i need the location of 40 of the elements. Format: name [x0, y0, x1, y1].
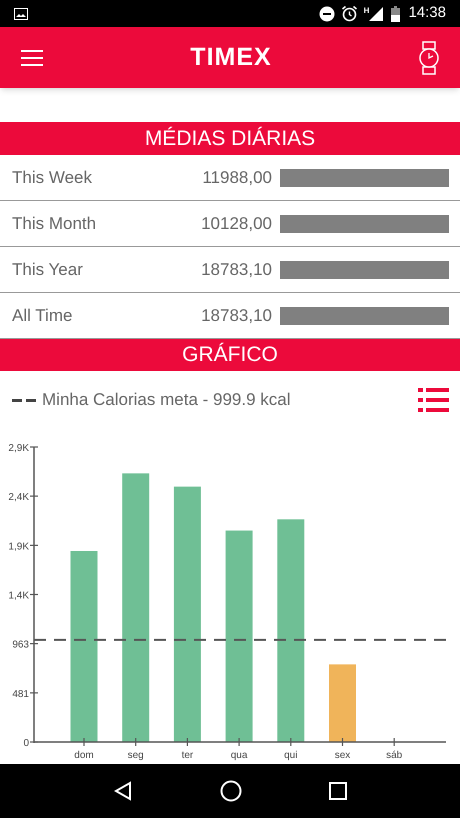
menu-icon[interactable]	[21, 50, 43, 66]
y-tick-label: 0	[23, 738, 29, 749]
do-not-disturb-icon	[318, 6, 335, 22]
signal-icon	[369, 6, 384, 20]
row-label: This Week	[12, 166, 93, 189]
app-logo: TIMEX	[190, 42, 272, 73]
row-value: 11988,00	[201, 166, 272, 189]
row-value: 18783,10	[200, 258, 272, 281]
network-type-label: H	[364, 5, 370, 17]
x-tick-label: sex	[334, 750, 350, 761]
home-icon[interactable]	[220, 780, 242, 802]
row-label: This Month	[12, 212, 98, 235]
list-icon[interactable]	[418, 388, 449, 412]
x-tick-label: dom	[74, 750, 94, 761]
watch-icon[interactable]	[419, 40, 439, 74]
goal-legend: Minha Calorias meta - 999.9 kcal	[42, 387, 291, 413]
row-label: This Year	[12, 258, 84, 281]
y-tick-label: 963	[12, 640, 29, 651]
recents-icon[interactable]	[328, 782, 347, 800]
y-tick-label: 1,9K	[8, 541, 29, 552]
y-tick-label: 2,4K	[8, 492, 29, 504]
x-tick-label: ter	[182, 750, 194, 761]
alarm-icon	[340, 5, 358, 22]
section-header: MÉDIAS DIÁRIAS	[0, 122, 460, 155]
row-label: All Time	[12, 304, 74, 327]
x-tick-label: qui	[284, 750, 298, 761]
section-header: GRÁFICO	[0, 339, 460, 371]
y-tick-label: 2,9K	[8, 443, 29, 454]
dashed-line-icon	[12, 398, 36, 402]
x-tick-label: qua	[230, 750, 248, 761]
row-value: 18783,10	[200, 304, 272, 327]
x-tick-label: sáb	[386, 750, 402, 761]
image-icon	[14, 8, 28, 20]
status-time: 14:38	[408, 3, 446, 24]
x-tick-label: seg	[128, 750, 144, 761]
y-tick-label: 481	[12, 688, 29, 700]
y-tick-label: 1,4K	[8, 590, 29, 602]
back-icon[interactable]	[113, 781, 134, 801]
battery-icon	[391, 6, 400, 22]
row-value: 10128,00	[200, 212, 272, 235]
